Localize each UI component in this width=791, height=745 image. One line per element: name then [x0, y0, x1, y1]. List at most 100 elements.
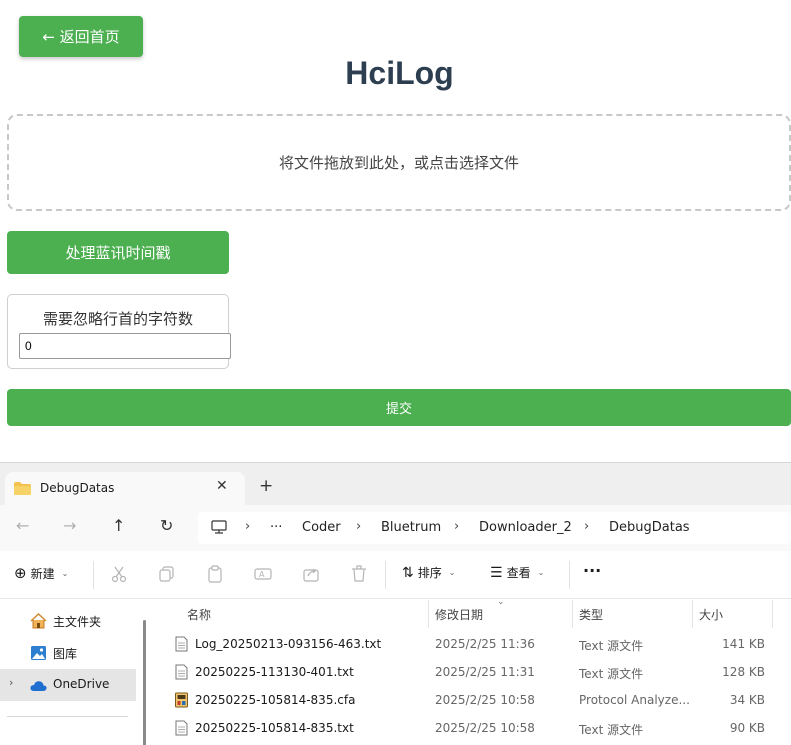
file-date: 2025/2/25 10:58 [435, 693, 535, 707]
rename-icon[interactable]: A [254, 565, 272, 583]
back-home-button[interactable]: ← 返回首页 [19, 16, 143, 57]
text-file-icon [175, 664, 188, 680]
tab-bar: DebugDatas ✕ + [0, 463, 791, 506]
forward-arrow-icon[interactable]: → [63, 516, 76, 535]
ignore-chars-panel: 需要忽略行首的字符数 [7, 294, 231, 369]
new-label: 新建 [30, 566, 55, 581]
breadcrumb-separator: › [245, 519, 251, 534]
sort-label: 排序 [417, 566, 442, 580]
file-date: 2025/2/25 11:31 [435, 665, 535, 679]
column-header-date[interactable]: 修改日期 [435, 606, 483, 623]
file-date: 2025/2/25 11:36 [435, 637, 535, 651]
file-name: 20250225-105814-835.cfa [195, 693, 356, 707]
paste-icon[interactable] [206, 565, 224, 583]
sidebar-item-label: 主文件夹 [53, 615, 102, 629]
page-title: HciLog [345, 55, 454, 91]
breadcrumb-downloader[interactable]: Downloader_2 [479, 520, 572, 535]
file-type: Text 源文件 [579, 723, 644, 737]
file-explorer-window: DebugDatas ✕ + ← → ↑ ↻ › ··· Coder › Blu… [0, 462, 791, 745]
file-size: 90 KB [729, 721, 765, 735]
file-name: 20250225-105814-835.txt [195, 721, 354, 735]
new-button[interactable]: ⊕ 新建 ⌄ [14, 564, 68, 582]
column-divider [428, 600, 429, 628]
navigation-bar: ← → ↑ ↻ › ··· Coder › Bluetrum › Downloa… [0, 505, 791, 551]
breadcrumb-debugdatas[interactable]: DebugDatas [609, 520, 690, 535]
sidebar-divider [7, 716, 128, 717]
tab-label: DebugDatas [40, 481, 115, 495]
sidebar-item-label: OneDrive [53, 677, 110, 691]
sidebar-item-gallery[interactable]: 图库 [0, 637, 136, 669]
file-type: Protocol Analyze... [579, 693, 690, 707]
file-size: 34 KB [729, 693, 765, 707]
toolbar-divider [385, 561, 386, 589]
tab-debugdatas[interactable]: DebugDatas ✕ [5, 472, 245, 506]
address-bar[interactable]: › ··· Coder › Bluetrum › Downloader_2 › … [198, 512, 791, 544]
chevron-down-icon: ⌄ [448, 568, 456, 577]
column-divider [692, 600, 693, 628]
plus-circle-icon: ⊕ [14, 564, 27, 582]
file-list: ⌄ 名称 修改日期 类型 大小 Log_20250213-093156-463.… [155, 597, 791, 745]
file-date: 2025/2/25 10:58 [435, 721, 535, 735]
file-row[interactable]: 20250225-105814-835.cfa 2025/2/25 10:58 … [155, 686, 791, 714]
chevron-down-icon: ⌄ [537, 568, 545, 577]
sort-button[interactable]: ⇅ 排序 ⌄ [402, 564, 455, 581]
view-icon: ☰ [490, 564, 503, 581]
file-name: Log_20250213-093156-463.txt [195, 637, 382, 651]
file-size: 141 KB [722, 637, 765, 651]
breadcrumb-more[interactable]: ··· [270, 520, 282, 535]
navigation-pane: 主文件夹 图库 › OneDrive [0, 600, 153, 745]
cfa-file-icon [175, 692, 188, 708]
view-button[interactable]: ☰ 查看 ⌄ [490, 564, 544, 581]
column-divider [572, 600, 573, 628]
breadcrumb-separator: › [584, 519, 590, 534]
file-size: 128 KB [722, 665, 765, 679]
file-dropzone[interactable]: 将文件拖放到此处，或点击选择文件 [7, 114, 791, 211]
close-icon[interactable]: ✕ [216, 478, 228, 494]
sidebar-item-onedrive[interactable]: › OneDrive [0, 669, 136, 701]
sort-icon: ⇅ [402, 564, 414, 581]
sidebar-scrollbar[interactable] [143, 620, 146, 745]
up-arrow-icon[interactable]: ↑ [112, 516, 125, 535]
command-toolbar: ⊕ 新建 ⌄ A ⇅ 排序 ⌄ ☰ 查看 ⌄ ··· [0, 551, 791, 599]
breadcrumb-bluetrum[interactable]: Bluetrum [381, 520, 441, 535]
file-row[interactable]: 20250225-105814-835.txt 2025/2/25 10:58 … [155, 714, 791, 742]
folder-icon [14, 482, 31, 495]
toolbar-divider [93, 561, 94, 589]
breadcrumb-separator: › [454, 519, 460, 534]
gallery-icon [31, 646, 46, 660]
refresh-icon[interactable]: ↻ [160, 516, 173, 535]
file-type: Text 源文件 [579, 639, 644, 653]
column-header-type[interactable]: 类型 [579, 606, 603, 623]
new-tab-icon[interactable]: + [259, 476, 273, 496]
more-options-button[interactable]: ··· [583, 561, 601, 580]
chevron-down-icon: ⌄ [61, 568, 69, 578]
toolbar-divider [569, 561, 570, 589]
cut-icon[interactable] [110, 565, 128, 583]
file-row[interactable]: 20250225-113130-401.txt 2025/2/25 11:31 … [155, 658, 791, 686]
computer-icon [211, 520, 227, 534]
chevron-right-icon[interactable]: › [9, 676, 13, 689]
column-divider [772, 600, 773, 628]
sidebar-item-home[interactable]: 主文件夹 [0, 605, 136, 637]
ignore-chars-label: 需要忽略行首的字符数 [42, 310, 193, 328]
sidebar-item-label: 图库 [53, 647, 78, 661]
column-header-name[interactable]: 名称 [187, 606, 211, 623]
text-file-icon [175, 636, 188, 652]
breadcrumb-coder[interactable]: Coder [302, 520, 341, 535]
ignore-chars-input[interactable] [19, 333, 231, 359]
copy-icon[interactable] [158, 565, 176, 583]
file-type: Text 源文件 [579, 667, 644, 681]
back-arrow-icon[interactable]: ← [16, 516, 29, 535]
file-row[interactable]: Log_20250213-093156-463.txt 2025/2/25 11… [155, 630, 791, 658]
share-icon[interactable] [302, 565, 320, 583]
submit-button[interactable]: 提交 [7, 389, 791, 426]
delete-icon[interactable] [350, 565, 368, 583]
process-timestamp-button[interactable]: 处理蓝讯时间戳 [7, 231, 229, 274]
text-file-icon [175, 720, 188, 736]
svg-text:A: A [259, 570, 265, 579]
cloud-icon [30, 681, 47, 691]
view-label: 查看 [506, 566, 531, 580]
column-header-size[interactable]: 大小 [699, 606, 723, 623]
file-name: 20250225-113130-401.txt [195, 665, 354, 679]
sort-indicator-icon: ⌄ [497, 597, 505, 607]
